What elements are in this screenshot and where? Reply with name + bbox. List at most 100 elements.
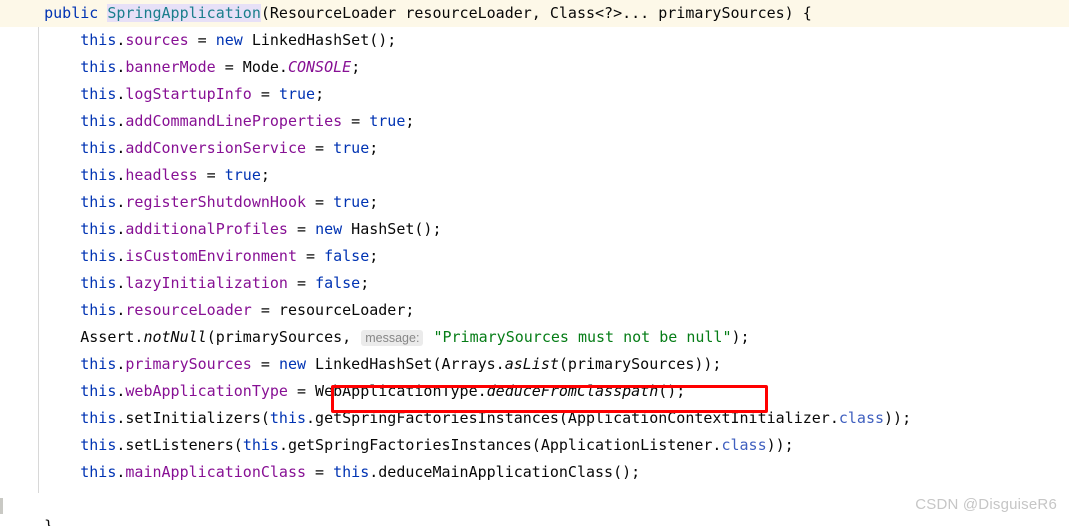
code-token: this — [80, 247, 117, 265]
code-token: (); — [658, 382, 686, 400]
code-token: registerShutdownHook — [125, 193, 307, 211]
code-token: asList — [504, 355, 559, 373]
code-token: this — [80, 193, 117, 211]
code-editor-view[interactable]: public SpringApplication(ResourceLoader … — [0, 0, 1069, 526]
code-token: this — [80, 463, 117, 481]
code-line[interactable]: this.headless = true; — [0, 162, 1069, 189]
code-token: = — [287, 220, 316, 238]
code-token: isCustomEnvironment — [125, 247, 297, 265]
code-line[interactable]: this.lazyInitialization = false; — [0, 270, 1069, 297]
code-token: (primarySources)); — [558, 355, 722, 373]
code-token: false — [324, 247, 370, 265]
code-token: (primarySources, — [206, 328, 361, 346]
code-token: this — [80, 31, 117, 49]
code-token: = — [306, 193, 334, 211]
code-line[interactable] — [0, 486, 1069, 513]
code-token: webApplicationType — [125, 382, 288, 400]
code-token: SpringApplication — [107, 4, 261, 22]
code-token: public — [44, 4, 99, 22]
code-line[interactable]: this.additionalProfiles = new HashSet(); — [0, 216, 1069, 243]
code-token: ); — [731, 328, 750, 346]
code-token: .setInitializers( — [116, 409, 270, 427]
code-token: this — [80, 301, 117, 319]
code-token: this — [80, 58, 117, 76]
code-token: new — [278, 355, 307, 373]
code-token: true — [333, 193, 370, 211]
code-token: } — [8, 517, 54, 526]
code-token: new — [315, 220, 343, 238]
code-line[interactable]: } — [0, 513, 1069, 526]
code-lines-container[interactable]: public SpringApplication(ResourceLoader … — [0, 0, 1069, 526]
code-line[interactable]: this.primarySources = new LinkedHashSet(… — [0, 351, 1069, 378]
code-token: this — [242, 436, 279, 454]
code-token: logStartupInfo — [125, 85, 252, 103]
code-token: = resourceLoader; — [251, 301, 415, 319]
code-line[interactable]: this.setInitializers(this.getSpringFacto… — [0, 405, 1069, 432]
code-token: ; — [405, 112, 415, 130]
code-line[interactable]: this.resourceLoader = resourceLoader; — [0, 297, 1069, 324]
code-token: = — [297, 247, 325, 265]
code-token: .getSpringFactoriesInstances(Application… — [278, 436, 722, 454]
code-token: "PrimarySources must not be null" — [433, 328, 732, 346]
code-token: primarySources — [125, 355, 252, 373]
code-token: true — [369, 112, 406, 130]
code-line[interactable]: this.logStartupInfo = true; — [0, 81, 1069, 108]
code-token: this — [80, 382, 117, 400]
code-token: HashSet(); — [342, 220, 442, 238]
code-line[interactable]: this.isCustomEnvironment = false; — [0, 243, 1069, 270]
code-token: mainApplicationClass — [125, 463, 307, 481]
code-token: .getSpringFactoriesInstances(Application… — [306, 409, 839, 427]
code-token: = — [188, 31, 216, 49]
code-token: (ResourceLoader resourceLoader, Class<?>… — [260, 4, 812, 22]
code-token: ; — [369, 139, 379, 157]
code-token: this — [80, 220, 117, 238]
code-token: this — [80, 409, 117, 427]
code-token: = — [306, 463, 334, 481]
code-token: LinkedHashSet(); — [242, 31, 397, 49]
code-token: = — [251, 85, 279, 103]
code-token: Assert. — [8, 328, 144, 346]
code-line[interactable]: this.bannerMode = Mode.CONSOLE; — [0, 54, 1069, 81]
code-line[interactable]: this.webApplicationType = WebApplication… — [0, 378, 1069, 405]
code-token: = Mode. — [215, 58, 288, 76]
code-line[interactable]: this.setListeners(this.getSpringFactorie… — [0, 432, 1069, 459]
code-line[interactable]: this.mainApplicationClass = this.deduceM… — [0, 459, 1069, 486]
code-token: this — [80, 274, 117, 292]
code-token: this — [80, 85, 117, 103]
code-token: class — [721, 436, 767, 454]
code-token: = — [342, 112, 370, 130]
code-token: true — [224, 166, 261, 184]
code-token: this — [269, 409, 307, 427]
code-token: ; — [369, 247, 379, 265]
code-line[interactable]: public SpringApplication(ResourceLoader … — [0, 0, 1069, 27]
code-token: LinkedHashSet(Arrays. — [306, 355, 505, 373]
code-line[interactable]: this.addConversionService = true; — [0, 135, 1069, 162]
code-token: = — [197, 166, 225, 184]
code-token: resourceLoader — [125, 301, 252, 319]
code-token: ; — [351, 58, 361, 76]
watermark-label: CSDN @DisguiseR6 — [915, 496, 1057, 513]
code-token: = WebApplicationType. — [287, 382, 487, 400]
code-line[interactable]: this.addCommandLineProperties = true; — [0, 108, 1069, 135]
code-line[interactable]: this.registerShutdownHook = true; — [0, 189, 1069, 216]
code-token: CONSOLE — [287, 58, 352, 76]
code-token: this — [80, 139, 117, 157]
code-token: sources — [125, 31, 189, 49]
code-token: this — [80, 436, 117, 454]
code-line[interactable]: Assert.notNull(primarySources, message: … — [0, 324, 1069, 351]
code-token: notNull — [143, 328, 207, 346]
code-line[interactable]: this.sources = new LinkedHashSet(); — [0, 27, 1069, 54]
code-token: bannerMode — [125, 58, 216, 76]
code-token: )); — [766, 436, 794, 454]
